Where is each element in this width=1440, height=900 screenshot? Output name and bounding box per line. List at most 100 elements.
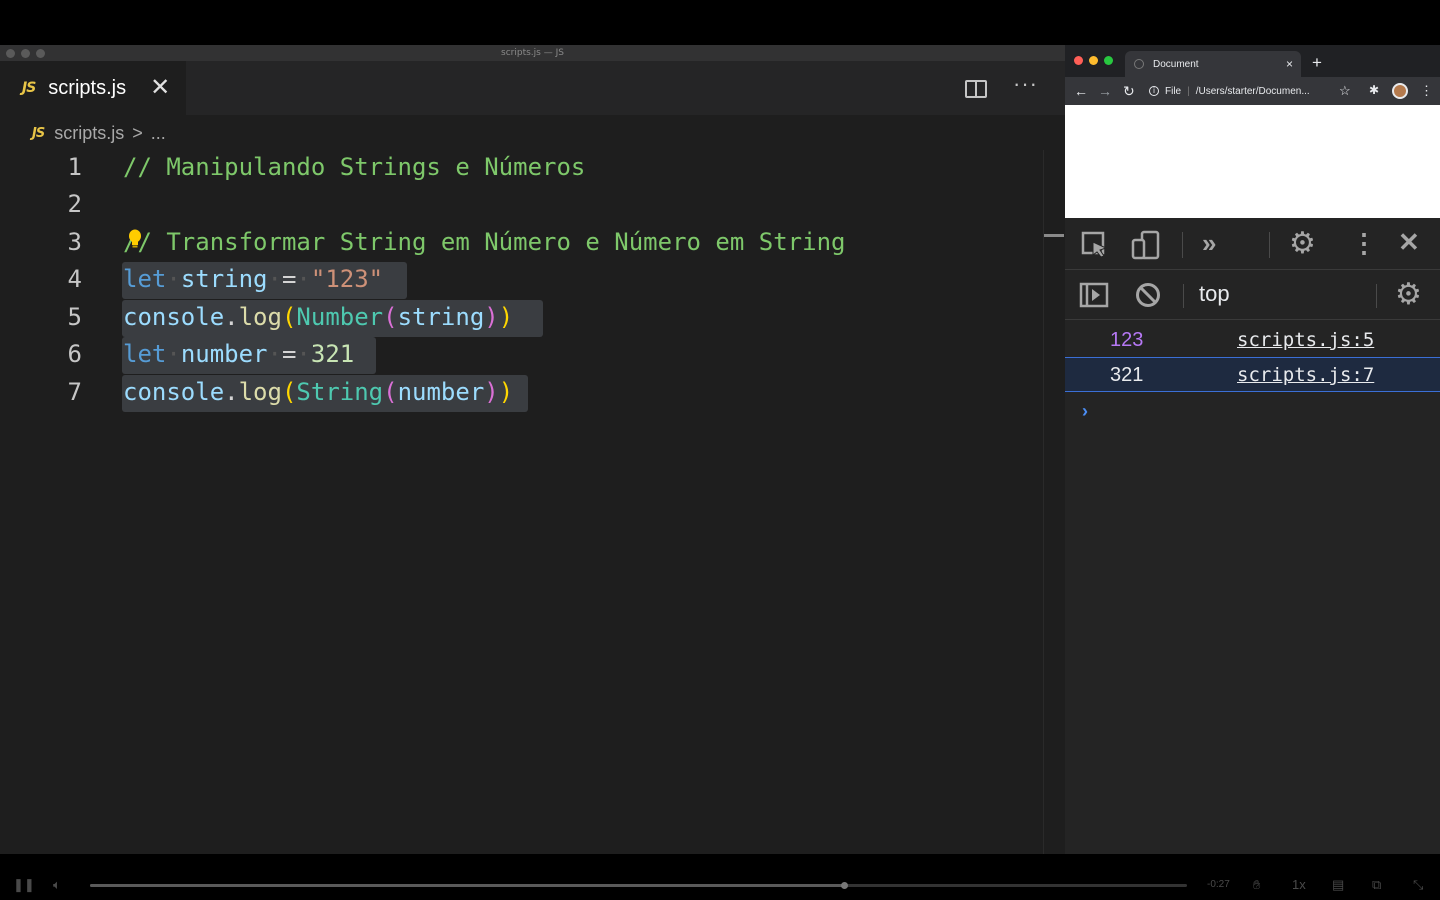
browser-tab-document[interactable]: Document × bbox=[1125, 51, 1301, 77]
pause-icon[interactable]: ❚❚ bbox=[13, 877, 35, 893]
device-toolbar-icon[interactable] bbox=[1131, 230, 1161, 260]
identifier-token: string bbox=[397, 303, 485, 331]
toolbar-divider bbox=[1376, 284, 1377, 308]
sidebar-toggle-icon[interactable] bbox=[1079, 282, 1109, 308]
tab-scripts-js[interactable]: JS scripts.js ✕ bbox=[0, 61, 186, 115]
close-icon[interactable]: ✕ bbox=[1398, 227, 1420, 258]
console-message[interactable]: 123 scripts.js:5 bbox=[1065, 323, 1440, 358]
console-source-link[interactable]: scripts.js:7 bbox=[1237, 364, 1374, 386]
progress-handle[interactable] bbox=[840, 882, 848, 889]
lightbulb-icon[interactable] bbox=[128, 229, 142, 249]
browser-window: Document × + ← → ↻ i File | /Users/start… bbox=[1065, 45, 1440, 854]
keyword-token: let bbox=[123, 265, 167, 293]
comment-token: // Transformar String em Número e Número… bbox=[123, 228, 846, 256]
split-editor-icon[interactable] bbox=[965, 80, 987, 98]
time-remaining: -0:27 bbox=[1207, 879, 1230, 890]
progress-bar[interactable] bbox=[90, 882, 1187, 889]
page-viewport[interactable] bbox=[1065, 105, 1440, 218]
clear-console-icon[interactable] bbox=[1135, 282, 1161, 308]
context-selector[interactable]: top bbox=[1199, 281, 1230, 307]
code-line[interactable]: 3 // Transformar String em Número e Núme… bbox=[0, 225, 1040, 262]
toolbar-divider bbox=[1183, 284, 1184, 308]
code-text: console.log(String(number)) bbox=[123, 378, 513, 406]
breadcrumb-more[interactable]: ... bbox=[151, 123, 166, 144]
maximize-window-button[interactable] bbox=[1104, 56, 1113, 65]
line-number: 6 bbox=[67, 340, 82, 368]
more-panels-icon[interactable]: » bbox=[1202, 228, 1216, 259]
console-message[interactable]: 321 scripts.js:7 bbox=[1065, 357, 1440, 392]
paren-token: ) bbox=[498, 303, 514, 331]
close-icon[interactable]: × bbox=[1286, 57, 1293, 71]
operator-token: = bbox=[281, 265, 297, 293]
code-text: let·number·=·321 bbox=[123, 340, 354, 368]
forward-arrow-icon[interactable]: → bbox=[1098, 83, 1112, 99]
identifier-token: number bbox=[180, 340, 268, 368]
kebab-menu-icon[interactable]: ⋮ bbox=[1420, 83, 1433, 99]
close-window-button[interactable] bbox=[1074, 56, 1083, 65]
type-token: Number bbox=[296, 303, 384, 331]
code-line[interactable]: 6 let·number·=·321 bbox=[0, 337, 1040, 374]
volume-icon[interactable]: 🔈︎ bbox=[53, 877, 61, 893]
video-player-controls: ❚❚ 🔈︎ -0:27 ✋︎ 1x ▤ ⧉ ⤡ bbox=[0, 854, 1440, 900]
scroll-position-marker bbox=[1044, 234, 1064, 237]
code-text: // Transformar String em Número e Número… bbox=[123, 228, 845, 256]
whitespace-marker: · bbox=[267, 265, 282, 293]
info-icon[interactable]: i bbox=[1149, 86, 1159, 96]
gear-icon[interactable]: ⚙ bbox=[1289, 226, 1316, 261]
url-text[interactable]: /Users/starter/Documen... bbox=[1196, 86, 1310, 97]
captions-icon[interactable]: ▤ bbox=[1332, 877, 1344, 893]
avatar[interactable] bbox=[1392, 83, 1408, 99]
back-arrow-icon[interactable]: ← bbox=[1074, 83, 1088, 99]
paren-token: ) bbox=[484, 378, 499, 406]
picture-in-picture-icon[interactable]: ⧉ bbox=[1372, 877, 1381, 893]
whitespace-marker: · bbox=[166, 340, 181, 368]
line-number: 5 bbox=[67, 303, 82, 331]
kebab-menu-icon[interactable]: ⋮ bbox=[1351, 228, 1377, 259]
js-file-icon: JS bbox=[22, 80, 36, 96]
console-prompt-icon[interactable]: › bbox=[1082, 401, 1088, 422]
whitespace-marker: · bbox=[267, 340, 282, 368]
whitespace-marker: · bbox=[296, 340, 311, 368]
tab-label: scripts.js bbox=[48, 76, 127, 99]
star-icon[interactable]: ☆ bbox=[1339, 83, 1351, 99]
function-token: log bbox=[238, 378, 282, 406]
whitespace-marker: · bbox=[166, 265, 181, 293]
code-line[interactable]: 7 console.log(String(number)) bbox=[0, 375, 1040, 412]
code-line[interactable]: 5 console.log(Number(string)) bbox=[0, 300, 1040, 337]
code-line[interactable]: 4 let·string·=·"123" bbox=[0, 262, 1040, 299]
toolbar-divider bbox=[1269, 232, 1270, 258]
code-line[interactable]: 2 bbox=[0, 187, 1040, 224]
address-bar[interactable]: i File | /Users/starter/Documen... bbox=[1149, 80, 1363, 102]
editor-tab-bar: JS scripts.js ✕ ··· bbox=[0, 61, 1065, 115]
chevron-right-icon: > bbox=[132, 123, 143, 143]
minimize-window-button[interactable] bbox=[1089, 56, 1098, 65]
new-tab-button[interactable]: + bbox=[1312, 53, 1322, 73]
code-line[interactable]: 1 // Manipulando Strings e Números bbox=[0, 150, 1040, 187]
playback-speed-button[interactable]: 1x bbox=[1292, 877, 1306, 892]
console-source-link[interactable]: scripts.js:5 bbox=[1237, 329, 1374, 351]
vscode-window: scripts.js — JS JS scripts.js ✕ ··· JS s… bbox=[0, 45, 1065, 854]
browser-tab-title: Document bbox=[1153, 58, 1199, 70]
breadcrumb-file[interactable]: scripts.js bbox=[54, 123, 124, 144]
dot-token: . bbox=[224, 378, 239, 406]
window-controls[interactable] bbox=[1074, 56, 1113, 65]
code-text: let·string·=·"123" bbox=[123, 265, 383, 293]
extensions-icon[interactable]: ✱ bbox=[1369, 83, 1379, 97]
keyword-token: let bbox=[123, 340, 167, 368]
globe-icon bbox=[1134, 59, 1144, 69]
scrollbar[interactable] bbox=[1043, 150, 1065, 854]
fullscreen-exit-icon[interactable]: ⤡ bbox=[1413, 877, 1423, 893]
code-text: // Manipulando Strings e Números bbox=[123, 153, 585, 181]
gear-icon[interactable]: ⚙ bbox=[1395, 277, 1422, 312]
line-number: 4 bbox=[67, 265, 82, 293]
whitespace-marker: · bbox=[296, 265, 311, 293]
more-actions-icon[interactable]: ··· bbox=[1013, 71, 1038, 97]
browser-toolbar: ← → ↻ i File | /Users/starter/Documen...… bbox=[1065, 77, 1440, 105]
hand-icon[interactable]: ✋︎ bbox=[1253, 877, 1260, 893]
inspect-element-icon[interactable] bbox=[1081, 231, 1109, 259]
close-icon[interactable]: ✕ bbox=[150, 76, 170, 100]
reload-icon[interactable]: ↻ bbox=[1123, 83, 1135, 100]
type-token: String bbox=[296, 378, 384, 406]
url-scheme: File bbox=[1165, 85, 1182, 97]
identifier-token: string bbox=[180, 265, 268, 293]
